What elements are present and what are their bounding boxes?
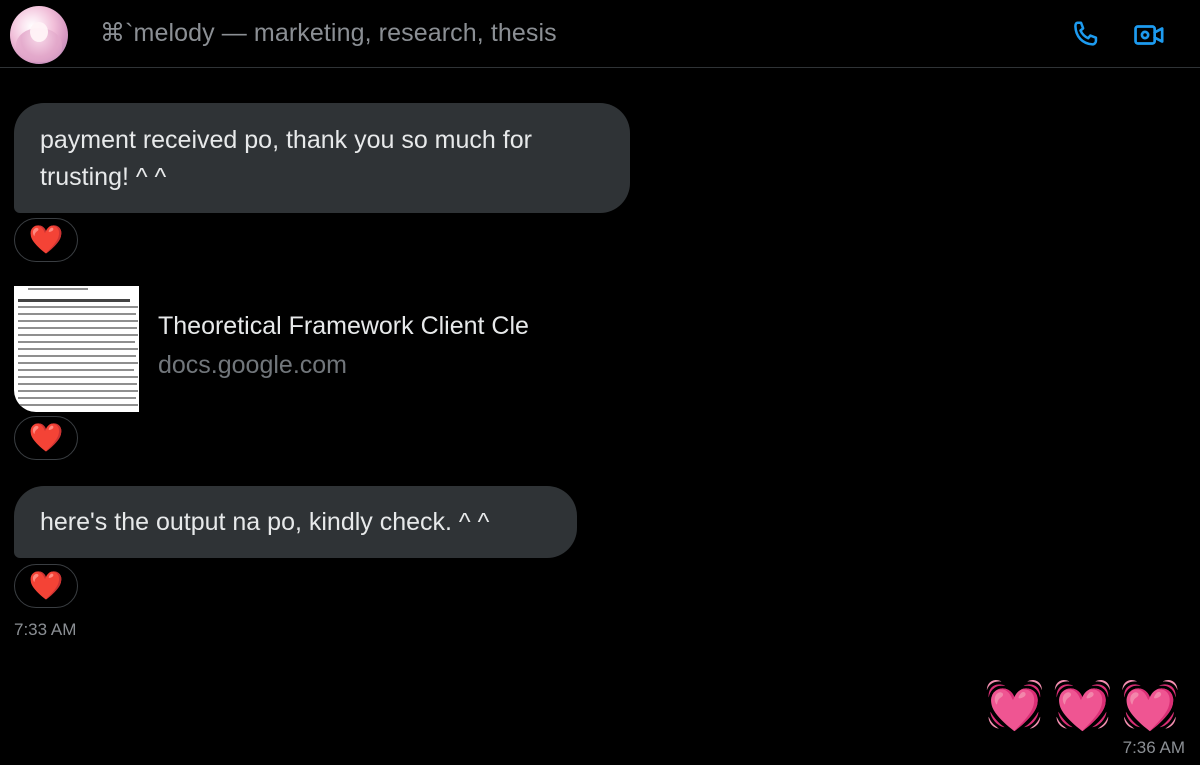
link-title: Theoretical Framework Client Cle <box>158 312 529 340</box>
sent-message-timestamp: 7:36 AM <box>1122 738 1185 757</box>
received-message-bubble[interactable]: payment received po, thank you so much f… <box>14 103 630 213</box>
phone-icon <box>1074 21 1098 46</box>
red-heart-reaction-icon: ❤️ <box>28 422 64 453</box>
red-heart-reaction-icon: ❤️ <box>28 570 64 601</box>
message-reaction[interactable]: ❤️ <box>14 416 78 460</box>
received-message-bubble[interactable]: here's the output na po, kindly check. ^… <box>14 486 577 558</box>
sent-emoji-message[interactable]: 💓💓💓 <box>985 678 1188 734</box>
red-heart-reaction-icon: ❤️ <box>28 224 64 255</box>
phone-call-button[interactable] <box>1068 18 1102 52</box>
link-preview-card[interactable]: Theoretical Framework Client Cle docs.go… <box>14 286 574 412</box>
conversation-title[interactable]: ⌘`melody — marketing, research, thesis <box>100 18 557 48</box>
conversation-header: ⌘`melody — marketing, research, thesis <box>0 0 1200 68</box>
avatar[interactable] <box>10 6 68 64</box>
video-call-button[interactable] <box>1132 18 1166 52</box>
message-reaction[interactable]: ❤️ <box>14 218 78 262</box>
link-domain: docs.google.com <box>158 351 348 379</box>
message-timestamp: 7:33 AM <box>14 620 77 639</box>
video-call-icon <box>1134 25 1164 45</box>
document-thumbnail <box>14 286 139 412</box>
message-reaction[interactable]: ❤️ <box>14 564 78 608</box>
avatar-face-shape <box>30 22 48 42</box>
